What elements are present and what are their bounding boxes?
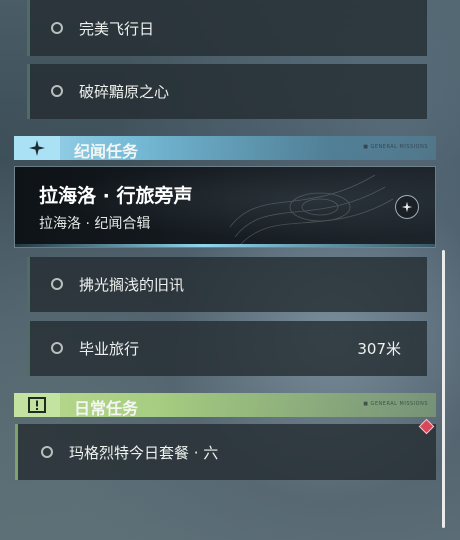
section-tag: ■ GENERAL MISSIONS [363, 144, 428, 150]
section-title: 日常任务 [74, 399, 139, 418]
quest-item[interactable]: 完美飞行日 [27, 0, 427, 56]
scrollbar[interactable] [442, 250, 445, 528]
featured-quest-subtitle: 拉海洛 · 纪闻合辑 [39, 216, 151, 232]
quest-item[interactable]: 破碎黯原之心 [27, 64, 427, 119]
circle-icon [51, 85, 63, 97]
legend-quests-header[interactable]: 纪闻任务 ■ GENERAL MISSIONS [14, 136, 436, 161]
quest-label: 完美飞行日 [79, 20, 155, 38]
circle-icon [51, 342, 63, 354]
featured-quest-title: 拉海洛 · 行旅旁声 [39, 185, 193, 207]
quest-accent-bar [15, 424, 18, 480]
topo-pattern [229, 174, 394, 246]
quest-accent-bar [27, 257, 30, 312]
quest-label: 毕业旅行 [79, 340, 140, 358]
quest-item[interactable]: 毕业旅行 307米 [27, 321, 427, 376]
quest-item[interactable]: 玛格烈特今日套餐 · 六 [15, 424, 436, 480]
circle-icon [51, 22, 63, 34]
track-star-icon[interactable] [395, 195, 419, 219]
section-tag: ■ GENERAL MISSIONS [363, 401, 428, 407]
sparkle-star-icon [14, 136, 60, 160]
quest-label: 玛格烈特今日套餐 · 六 [69, 444, 219, 462]
section-title: 纪闻任务 [74, 142, 139, 161]
quest-item[interactable]: 拂光搁浅的旧讯 [27, 257, 427, 312]
quest-label: 破碎黯原之心 [79, 83, 170, 101]
quest-label: 拂光搁浅的旧讯 [79, 276, 185, 294]
alert-icon [14, 393, 60, 417]
selection-glow [15, 244, 435, 247]
quest-panel: 完美飞行日 破碎黯原之心 纪闻任务 ■ GENERAL MISSIONS 拉海洛… [0, 0, 460, 540]
daily-quests-header[interactable]: 日常任务 ■ GENERAL MISSIONS [14, 393, 436, 418]
quest-distance: 307米 [357, 340, 401, 358]
featured-quest-card[interactable]: 拉海洛 · 行旅旁声 拉海洛 · 纪闻合辑 [14, 166, 436, 248]
quest-accent-bar [27, 0, 30, 56]
circle-icon [51, 278, 63, 290]
circle-icon [41, 446, 53, 458]
quest-accent-bar [27, 64, 30, 119]
quest-accent-bar [27, 321, 30, 376]
